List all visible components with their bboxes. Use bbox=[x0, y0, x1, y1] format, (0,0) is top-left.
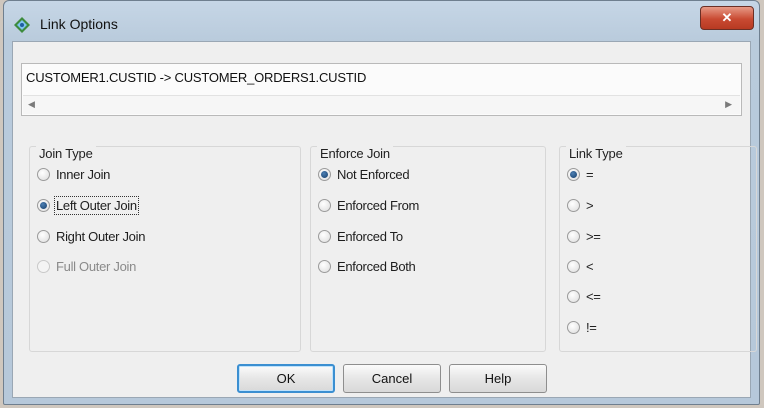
enforce-join-group: Enforce Join Not Enforced Enforced From … bbox=[310, 146, 546, 352]
enforce-join-title: Enforce Join bbox=[317, 146, 393, 161]
radio-button-icon[interactable] bbox=[318, 229, 331, 243]
radio-button-icon[interactable] bbox=[567, 320, 580, 334]
join-type-group: Join Type Inner Join Left Outer Join Rig… bbox=[29, 146, 301, 352]
radio-not-enforced[interactable]: Not Enforced bbox=[318, 164, 410, 184]
link-expression-box[interactable]: CUSTOMER1.CUSTID -> CUSTOMER_ORDERS1.CUS… bbox=[21, 63, 742, 116]
link-expression: CUSTOMER1.CUSTID -> CUSTOMER_ORDERS1.CUS… bbox=[26, 70, 367, 85]
radio-left-outer-join[interactable]: Left Outer Join bbox=[37, 195, 139, 215]
radio-label: Left Outer Join bbox=[54, 195, 139, 215]
radio-label: Enforced From bbox=[337, 197, 420, 213]
radio-button-icon[interactable] bbox=[567, 289, 580, 303]
radio-inner-join[interactable]: Inner Join bbox=[37, 164, 110, 184]
radio-right-outer-join[interactable]: Right Outer Join bbox=[37, 226, 145, 246]
radio-link-less[interactable]: < bbox=[567, 256, 594, 276]
radio-label: Full Outer Join bbox=[56, 258, 137, 274]
window-title: Link Options bbox=[40, 16, 118, 32]
scroll-right-arrow-icon[interactable]: ▶ bbox=[725, 99, 732, 110]
cancel-button[interactable]: Cancel bbox=[343, 364, 441, 393]
radio-enforced-both[interactable]: Enforced Both bbox=[318, 256, 416, 276]
radio-link-not-equal[interactable]: != bbox=[567, 317, 597, 337]
radio-button-icon bbox=[37, 259, 50, 273]
dialog-body: CUSTOMER1.CUSTID -> CUSTOMER_ORDERS1.CUS… bbox=[12, 41, 757, 398]
ok-button[interactable]: OK bbox=[237, 364, 335, 393]
radio-label: Right Outer Join bbox=[56, 228, 146, 244]
app-icon bbox=[14, 17, 30, 33]
radio-label: >= bbox=[586, 228, 601, 244]
radio-label: > bbox=[586, 197, 594, 213]
radio-label: Enforced To bbox=[337, 228, 403, 244]
radio-link-equal[interactable]: = bbox=[567, 164, 594, 184]
radio-label: Enforced Both bbox=[337, 258, 416, 274]
radio-button-icon[interactable] bbox=[567, 259, 580, 273]
radio-label: <= bbox=[586, 288, 601, 304]
scroll-left-arrow-icon[interactable]: ◀ bbox=[28, 99, 35, 110]
radio-button-icon[interactable] bbox=[567, 229, 580, 243]
radio-full-outer-join: Full Outer Join bbox=[37, 256, 136, 276]
join-type-title: Join Type bbox=[36, 146, 96, 161]
close-icon: ✕ bbox=[721, 10, 733, 25]
link-type-group: Link Type = > >= < <= != bbox=[559, 146, 757, 352]
radio-label: Not Enforced bbox=[337, 166, 410, 182]
radio-link-greater[interactable]: > bbox=[567, 195, 594, 215]
radio-button-icon[interactable] bbox=[37, 229, 50, 243]
radio-link-greater-equal[interactable]: >= bbox=[567, 226, 601, 246]
radio-label: < bbox=[586, 258, 594, 274]
radio-button-icon[interactable] bbox=[567, 167, 580, 181]
link-options-dialog: Link Options ✕ CUSTOMER1.CUSTID -> CUSTO… bbox=[3, 0, 760, 405]
help-button[interactable]: Help bbox=[449, 364, 547, 393]
radio-enforced-from[interactable]: Enforced From bbox=[318, 195, 419, 215]
radio-button-icon[interactable] bbox=[318, 167, 331, 181]
radio-button-icon[interactable] bbox=[567, 198, 580, 212]
link-type-title: Link Type bbox=[566, 146, 626, 161]
radio-enforced-to[interactable]: Enforced To bbox=[318, 226, 403, 246]
radio-button-icon[interactable] bbox=[37, 198, 50, 212]
radio-button-icon[interactable] bbox=[318, 259, 331, 273]
radio-button-icon[interactable] bbox=[318, 198, 331, 212]
radio-label: Inner Join bbox=[56, 166, 111, 182]
horizontal-scrollbar[interactable]: ◀ ▶ bbox=[23, 95, 740, 114]
close-button[interactable]: ✕ bbox=[700, 6, 754, 30]
radio-button-icon[interactable] bbox=[37, 167, 50, 181]
radio-label: = bbox=[586, 166, 594, 182]
radio-label: != bbox=[586, 319, 597, 335]
radio-link-less-equal[interactable]: <= bbox=[567, 286, 601, 306]
